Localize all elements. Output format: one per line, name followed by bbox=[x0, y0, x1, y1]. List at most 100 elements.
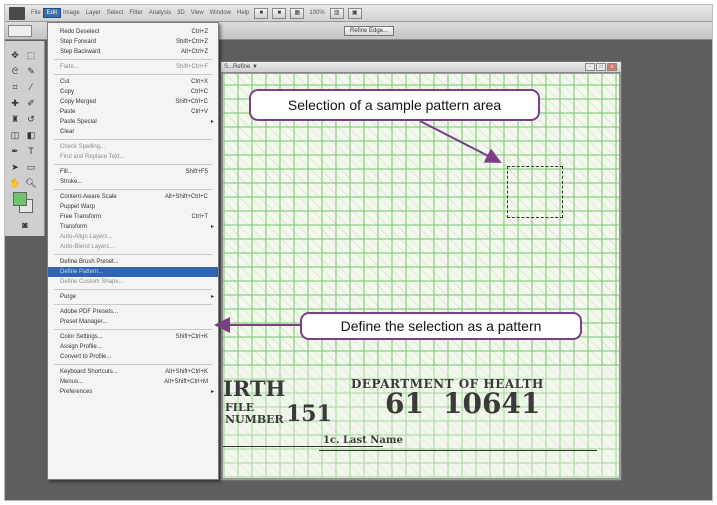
edit-menu-dropdown: Redo Deselect Ctrl+Z Step Forward Shift+Ctr… bbox=[47, 22, 219, 480]
menu-layer[interactable]: Layer bbox=[83, 9, 104, 17]
menu-item-fill[interactable]: Fill... Shift+F5 bbox=[48, 167, 218, 177]
brush-tool-icon[interactable]: ✐ bbox=[25, 97, 37, 109]
menu-item-label: Auto-Align Layers... bbox=[60, 234, 113, 240]
hand-tool-icon[interactable]: ✋ bbox=[9, 177, 21, 189]
image-canvas[interactable]: IRTH FILE NUMBER 151 DEPARTMENT OF HEALT… bbox=[223, 74, 619, 478]
menu-item-free-transform[interactable]: Free Transform Ctrl+T bbox=[48, 212, 218, 222]
maximize-button[interactable]: □ bbox=[596, 63, 606, 71]
menu-3d[interactable]: 3D bbox=[174, 9, 188, 17]
quick-mask-icon[interactable]: ◙ bbox=[19, 219, 31, 231]
menu-select[interactable]: Select bbox=[104, 9, 127, 17]
menu-item-copy[interactable]: Copy Ctrl+C bbox=[48, 87, 218, 97]
menu-item-label: Free Transform bbox=[60, 214, 102, 220]
eraser-tool-icon[interactable]: ◫ bbox=[9, 129, 21, 141]
refine-edge-button[interactable]: Refine Edge... bbox=[344, 26, 394, 36]
birth-text: IRTH bbox=[223, 376, 286, 401]
document-tab[interactable]: S...Refine ▼ - □ x bbox=[221, 62, 621, 73]
file-number-1: 61 bbox=[385, 387, 424, 420]
zoom-dropdown[interactable]: 100% bbox=[306, 10, 327, 16]
menu-item-puppet-warp[interactable]: Puppet Warp bbox=[48, 202, 218, 212]
menu-item-stroke[interactable]: Stroke... bbox=[48, 177, 218, 187]
move-tool-icon[interactable]: ✥ bbox=[9, 49, 21, 61]
clone-stamp-icon[interactable]: ♜ bbox=[9, 113, 21, 125]
eyedropper-icon[interactable]: ⁄ bbox=[25, 81, 37, 93]
menu-item-label: Copy Merged bbox=[60, 99, 97, 105]
menu-item-copy-merged[interactable]: Copy Merged Shift+Ctrl+C bbox=[48, 97, 218, 107]
menu-item-keyboard-shortcuts[interactable]: Keyboard Shortcuts... Alt+Shift+Ctrl+K bbox=[48, 367, 218, 377]
menu-file[interactable]: File bbox=[28, 9, 44, 17]
gradient-tool-icon[interactable]: ◧ bbox=[25, 129, 37, 141]
menu-separator bbox=[54, 304, 212, 305]
menu-item-cut[interactable]: Cut Ctrl+X bbox=[48, 77, 218, 87]
menu-item-find-and-replace-text[interactable]: Find and Replace Text... bbox=[48, 152, 218, 162]
marquee-tool-icon[interactable]: ⬚ bbox=[25, 49, 37, 61]
pen-tool-icon[interactable]: ✒ bbox=[9, 145, 21, 157]
menu-item-check-spelling[interactable]: Check Spelling... bbox=[48, 142, 218, 152]
menu-item-auto-align-layers[interactable]: Auto-Align Layers... bbox=[48, 232, 218, 242]
menu-item-menus[interactable]: Menus... Alt+Shift+Ctrl+M bbox=[48, 377, 218, 387]
shape-tool-icon[interactable]: ▭ bbox=[25, 161, 37, 173]
menu-item-label: Paste bbox=[60, 109, 76, 115]
menu-window[interactable]: Window bbox=[207, 9, 234, 17]
zoom-tool-icon[interactable]: 🔍︎ bbox=[25, 177, 37, 189]
menu-item-convert-to-profile[interactable]: Convert to Profile... bbox=[48, 352, 218, 362]
type-tool-icon[interactable]: T bbox=[25, 145, 37, 157]
minimize-button[interactable]: - bbox=[585, 63, 595, 71]
menu-item-label: Auto-Blend Layers... bbox=[60, 244, 115, 250]
foreground-color-swatch[interactable] bbox=[13, 192, 27, 206]
menu-analysis[interactable]: Analysis bbox=[146, 9, 174, 17]
menu-item-label: Convert to Profile... bbox=[60, 354, 112, 360]
menu-item-paste-special[interactable]: Paste Special ▸ bbox=[48, 117, 218, 127]
menu-image[interactable]: Image bbox=[60, 9, 83, 17]
menu-item-label: Paste Special bbox=[60, 119, 97, 125]
menu-separator bbox=[54, 289, 212, 290]
path-select-icon[interactable]: ➤ bbox=[9, 161, 21, 173]
view-extras-icon[interactable]: ▦ bbox=[290, 7, 305, 19]
minibridge-icon[interactable]: ■ bbox=[272, 7, 287, 19]
menu-item-label: Assign Profile... bbox=[60, 344, 102, 350]
menu-separator bbox=[54, 139, 212, 140]
menu-item-define-brush-preset[interactable]: Define Brush Preset... bbox=[48, 257, 218, 267]
quick-select-icon[interactable]: ✎ bbox=[25, 65, 37, 77]
history-brush-icon[interactable]: ↺ bbox=[25, 113, 37, 125]
menu-item-purge[interactable]: Purge ▸ bbox=[48, 292, 218, 302]
menu-item-label: Copy bbox=[60, 89, 75, 95]
menu-view[interactable]: View bbox=[188, 9, 207, 17]
close-button[interactable]: x bbox=[607, 63, 617, 71]
menu-item-step-forward[interactable]: Step Forward Shift+Ctrl+Z bbox=[48, 37, 218, 47]
bridge-icon[interactable]: ■ bbox=[254, 7, 269, 19]
menu-item-transform[interactable]: Transform ▸ bbox=[48, 222, 218, 232]
screen-mode-icon[interactable]: ▣ bbox=[347, 7, 362, 19]
menu-item-label: Find and Replace Text... bbox=[60, 154, 125, 160]
menu-item-preset-manager[interactable]: Preset Manager... bbox=[48, 317, 218, 327]
menu-item-label: Clear bbox=[60, 129, 75, 135]
crop-tool-icon[interactable]: ⌗ bbox=[9, 81, 21, 93]
menu-item-label: Fade... bbox=[60, 64, 79, 70]
menu-item-auto-blend-layers[interactable]: Auto-Blend Layers... bbox=[48, 242, 218, 252]
menu-item-label: Define Pattern... bbox=[60, 269, 104, 275]
menu-item-content-aware-scale[interactable]: Content-Aware Scale Alt+Shift+Ctrl+C bbox=[48, 192, 218, 202]
menu-item-clear[interactable]: Clear bbox=[48, 127, 218, 137]
menu-item-define-custom-shape[interactable]: Define Custom Shape... bbox=[48, 277, 218, 287]
menu-item-color-settings[interactable]: Color Settings... Shift+Ctrl+K bbox=[48, 332, 218, 342]
selection-marquee[interactable] bbox=[507, 166, 563, 218]
menu-item-step-backward[interactable]: Step Backward Alt+Ctrl+Z bbox=[48, 47, 218, 57]
menu-item-assign-profile[interactable]: Assign Profile... bbox=[48, 342, 218, 352]
menu-item-label: Preferences bbox=[60, 389, 93, 395]
menu-item-define-pattern[interactable]: Define Pattern... bbox=[48, 267, 218, 277]
menu-help[interactable]: Help bbox=[234, 9, 252, 17]
menu-item-redo-deselect[interactable]: Redo Deselect Ctrl+Z bbox=[48, 27, 218, 37]
menu-edit[interactable]: Edit bbox=[42, 8, 62, 18]
arrange-icon[interactable]: ▥ bbox=[329, 7, 344, 19]
menu-item-preferences[interactable]: Preferences ▸ bbox=[48, 387, 218, 397]
menu-filter[interactable]: Filter bbox=[126, 9, 145, 17]
menu-item-adobe-pdf-presets[interactable]: Adobe PDF Presets... bbox=[48, 307, 218, 317]
menu-item-shortcut: Alt+Shift+Ctrl+M bbox=[164, 379, 208, 385]
menu-item-paste[interactable]: Paste Ctrl+V bbox=[48, 107, 218, 117]
healing-brush-icon[interactable]: ✚ bbox=[9, 97, 21, 109]
menu-item-fade[interactable]: Fade... Shift+Ctrl+F bbox=[48, 62, 218, 72]
menu-separator bbox=[54, 59, 212, 60]
menu-item-label: Stroke... bbox=[60, 179, 83, 185]
tool-preset-picker[interactable] bbox=[8, 25, 32, 37]
lasso-tool-icon[interactable]: ᘓ bbox=[9, 65, 21, 77]
